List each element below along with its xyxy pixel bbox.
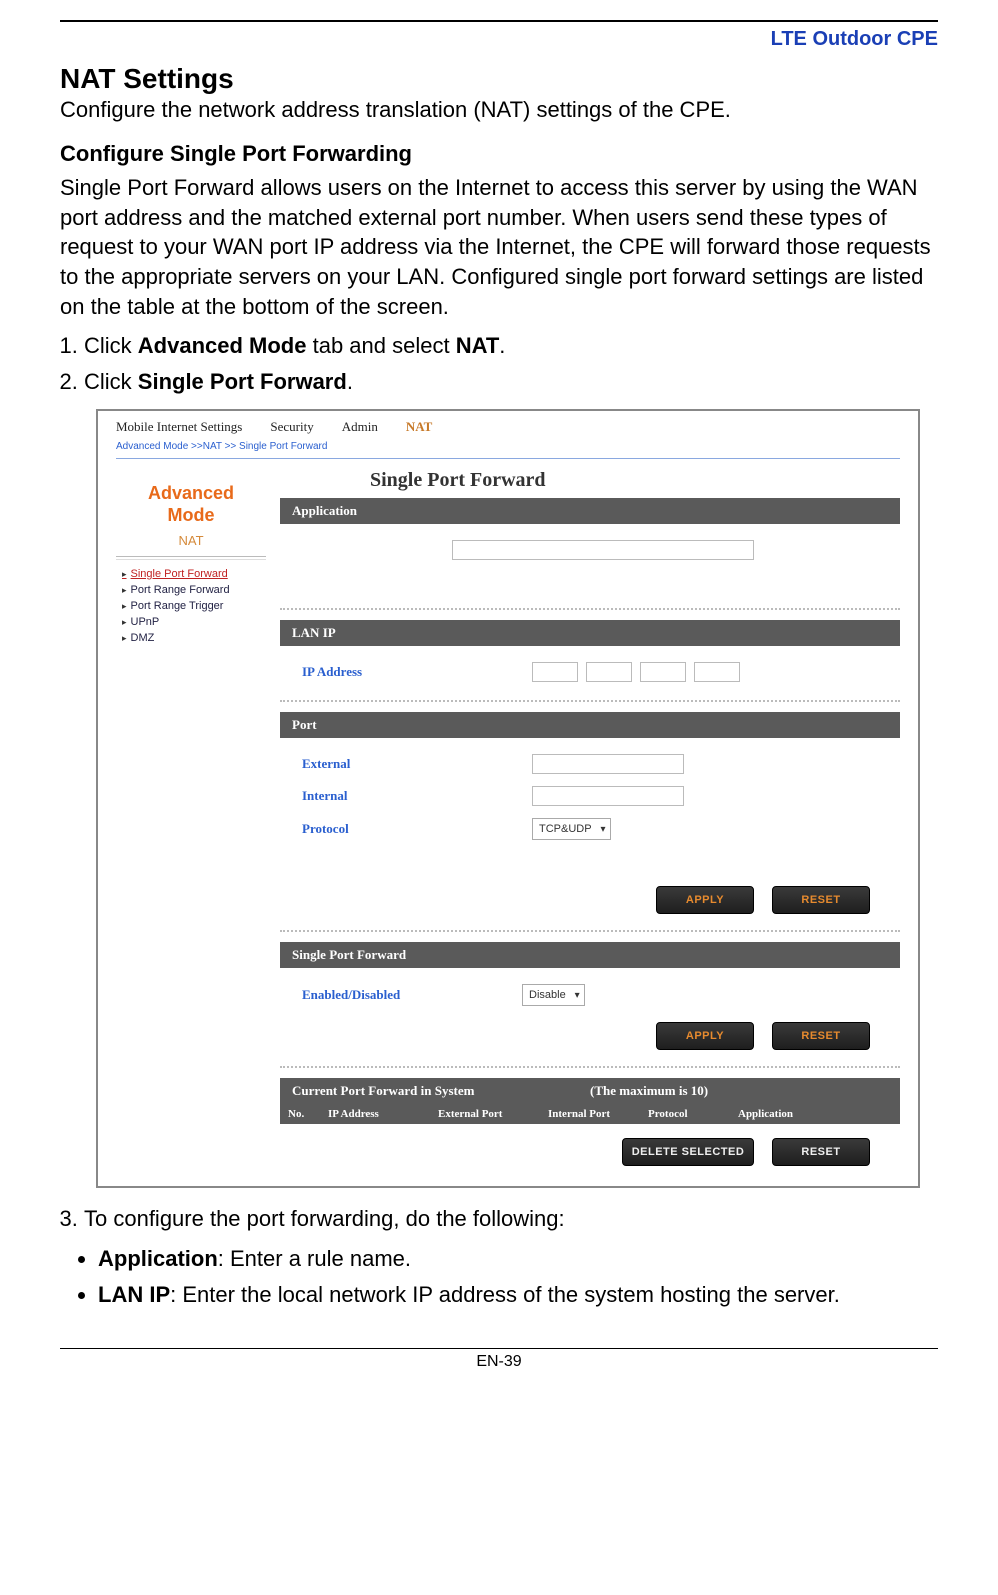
table-header: No. IP Address External Port Internal Po… — [280, 1104, 900, 1124]
application-input[interactable] — [452, 540, 754, 560]
content-title: Single Port Forward — [280, 469, 900, 492]
enabled-disabled-label: Enabled/Disabled — [302, 987, 462, 1003]
th-ip: IP Address — [328, 1108, 438, 1120]
sidebar-item-upnp[interactable]: UPnP — [116, 614, 266, 630]
internal-label: Internal — [302, 788, 432, 804]
panel-application-header: Application — [280, 498, 900, 524]
sidebar-item-port-range-forward[interactable]: Port Range Forward — [116, 582, 266, 598]
advanced-mode-label: Advanced Mode — [116, 483, 266, 526]
ip-seg-2[interactable] — [586, 662, 632, 682]
step-2: Click Single Port Forward. — [84, 369, 938, 395]
internal-port-input[interactable] — [532, 786, 684, 806]
top-tabs: Mobile Internet Settings Security Admin … — [98, 411, 918, 439]
brand-header: LTE Outdoor CPE — [60, 28, 938, 51]
tab-admin[interactable]: Admin — [342, 419, 378, 435]
ip-seg-1[interactable] — [532, 662, 578, 682]
protocol-select[interactable]: TCP&UDP — [532, 818, 611, 840]
bullet-application: Application: Enter a rule name. — [98, 1246, 938, 1272]
breadcrumb: Advanced Mode >>NAT >> Single Port Forwa… — [98, 439, 918, 458]
apply-button-1[interactable]: APPLY — [656, 886, 754, 914]
bullet-lan-ip: LAN IP: Enter the local network IP addre… — [98, 1282, 938, 1308]
tab-security[interactable]: Security — [270, 419, 313, 435]
reset-button-2[interactable]: RESET — [772, 1022, 870, 1050]
reset-button-1[interactable]: RESET — [772, 886, 870, 914]
tab-nat[interactable]: NAT — [406, 419, 432, 435]
step-1: Click Advanced Mode tab and select NAT. — [84, 333, 938, 359]
panel-lanip-header: LAN IP — [280, 620, 900, 646]
delete-selected-button[interactable]: DELETE SELECTED — [622, 1138, 754, 1166]
th-int: Internal Port — [548, 1108, 648, 1120]
ip-address-label: IP Address — [302, 664, 432, 680]
panel-port-header: Port — [280, 712, 900, 738]
protocol-label: Protocol — [302, 821, 432, 837]
step-3: To configure the port forwarding, do the… — [84, 1206, 938, 1232]
th-app: Application — [738, 1108, 838, 1120]
sidebar-item-port-range-trigger[interactable]: Port Range Trigger — [116, 598, 266, 614]
th-ext: External Port — [438, 1108, 548, 1120]
tab-mobile-internet[interactable]: Mobile Internet Settings — [116, 419, 242, 435]
enabled-disabled-select[interactable]: Disable — [522, 984, 585, 1006]
th-no: No. — [288, 1108, 328, 1120]
th-proto: Protocol — [648, 1108, 738, 1120]
sidebar-nat-label: NAT — [116, 533, 266, 548]
sidebar-item-dmz[interactable]: DMZ — [116, 630, 266, 646]
ip-seg-3[interactable] — [640, 662, 686, 682]
sidebar-item-single-port-forward[interactable]: Single Port Forward — [116, 566, 266, 582]
external-label: External — [302, 756, 432, 772]
apply-button-2[interactable]: APPLY — [656, 1022, 754, 1050]
section-heading: Configure Single Port Forwarding — [60, 141, 938, 167]
reset-button-3[interactable]: RESET — [772, 1138, 870, 1166]
external-port-input[interactable] — [532, 754, 684, 774]
section-body: Single Port Forward allows users on the … — [60, 173, 938, 321]
panel-current-port-forward-header: Current Port Forward in System (The maxi… — [280, 1078, 900, 1104]
ip-seg-4[interactable] — [694, 662, 740, 682]
panel-spf-header: Single Port Forward — [280, 942, 900, 968]
page-number: EN-39 — [60, 1353, 938, 1371]
sidebar: Advanced Mode NAT Single Port Forward Po… — [116, 459, 266, 1172]
screenshot-figure: Mobile Internet Settings Security Admin … — [96, 409, 920, 1188]
page-title: NAT Settings — [60, 63, 938, 95]
page-subtitle: Configure the network address translatio… — [60, 97, 938, 123]
